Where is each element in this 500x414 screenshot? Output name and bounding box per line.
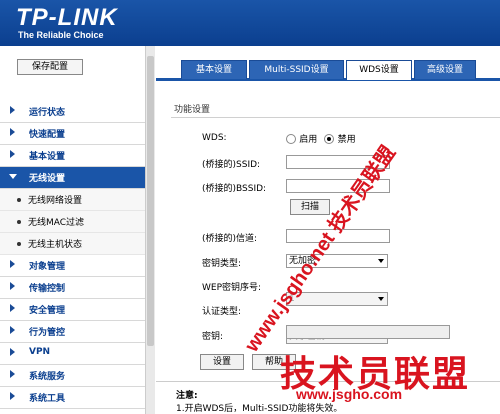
section-title: 功能设置 — [174, 105, 211, 115]
channel-label: (桥接的)信道: — [202, 234, 258, 244]
wds-enable-radio[interactable] — [286, 133, 296, 144]
sidebar-subitem-wireless-network[interactable]: 无线网络设置 — [0, 189, 145, 211]
tab-wds[interactable]: WDS设置 — [346, 60, 412, 80]
sidebar-item-tools[interactable]: 系统工具 — [0, 387, 145, 409]
sidebar-item-wireless[interactable]: 无线设置 — [0, 167, 145, 189]
ssid-label: (桥接的)SSID: — [202, 160, 261, 170]
notes-title: 注意: — [176, 391, 198, 401]
sidebar-item-label: 传输控制 — [29, 284, 66, 294]
sidebar-item-services[interactable]: 系统服务 — [0, 365, 145, 387]
divider — [171, 117, 500, 118]
sidebar-item-label: 系统服务 — [29, 372, 66, 382]
sidebar-menu: 运行状态 快速配置 基本设置 无线设置 无线网络设置 无线MAC过滤 无线主机状… — [0, 101, 145, 409]
save-config-button[interactable]: 保存配置 — [17, 59, 83, 75]
sidebar-item-label: 安全管理 — [29, 306, 66, 316]
arrow-right-icon — [10, 370, 15, 378]
tab-basic[interactable]: 基本设置 — [181, 60, 247, 79]
sidebar-scrollbar[interactable] — [145, 46, 155, 414]
key-input[interactable] — [286, 325, 450, 339]
sidebar-subitem-host-status[interactable]: 无线主机状态 — [0, 233, 145, 255]
arrow-right-icon — [10, 106, 15, 114]
arrow-right-icon — [10, 128, 15, 136]
arrow-right-icon — [10, 282, 15, 290]
arrow-right-icon — [10, 150, 15, 158]
sidebar-item-label: 基本设置 — [29, 152, 66, 162]
sidebar-item-label: 行为管控 — [29, 328, 66, 338]
sidebar-item-basic[interactable]: 基本设置 — [0, 145, 145, 167]
header-banner: TP-LINK The Reliable Choice — [0, 0, 500, 46]
sidebar-item-label: 运行状态 — [29, 108, 66, 118]
wep-index-label: WEP密钥序号: — [202, 283, 262, 293]
sidebar-item-quick-setup[interactable]: 快速配置 — [0, 123, 145, 145]
arrow-right-icon — [10, 326, 15, 334]
wds-radio-group: 启用 禁用 — [286, 132, 360, 145]
sidebar-subitem-label: 无线MAC过滤 — [28, 218, 85, 228]
sidebar: 保存配置 运行状态 快速配置 基本设置 无线设置 无线网络设置 无线MAC过滤 … — [0, 46, 145, 414]
sidebar-item-label: 快速配置 — [29, 130, 66, 140]
auth-type-label: 认证类型: — [202, 307, 242, 317]
chevron-down-icon — [378, 259, 384, 263]
arrow-down-icon — [9, 174, 17, 179]
sidebar-item-label: 系统工具 — [29, 394, 66, 404]
tab-advanced[interactable]: 高级设置 — [414, 60, 476, 79]
bssid-label: (桥接的)BSSID: — [202, 184, 267, 194]
scrollbar-thumb[interactable] — [147, 56, 154, 346]
wds-enable-label: 启用 — [299, 135, 318, 145]
sidebar-subitem-label: 无线网络设置 — [28, 196, 83, 206]
wds-disable-radio[interactable] — [324, 133, 335, 144]
sidebar-item-behavior[interactable]: 行为管控 — [0, 321, 145, 343]
sidebar-item-security[interactable]: 安全管理 — [0, 299, 145, 321]
sidebar-subitem-mac-filter[interactable]: 无线MAC过滤 — [0, 211, 145, 233]
arrow-right-icon — [10, 392, 15, 400]
wds-label: WDS: — [202, 133, 227, 143]
bullet-icon — [17, 242, 21, 246]
arrow-right-icon — [10, 304, 15, 312]
apply-button[interactable]: 设置 — [200, 354, 244, 370]
sidebar-item-transfer[interactable]: 传输控制 — [0, 277, 145, 299]
bullet-icon — [17, 198, 21, 202]
sidebar-item-vpn[interactable]: VPN — [0, 343, 145, 365]
chevron-down-icon — [378, 297, 384, 301]
bullet-icon — [17, 220, 21, 224]
sidebar-subitem-label: 无线主机状态 — [28, 240, 83, 250]
tab-multi-ssid[interactable]: Multi-SSID设置 — [249, 60, 344, 79]
sidebar-item-status[interactable]: 运行状态 — [0, 101, 145, 123]
logo-tagline: The Reliable Choice — [18, 30, 104, 40]
arrow-right-icon — [10, 348, 15, 356]
watermark-url: www.jsgho.com — [296, 386, 403, 402]
sidebar-item-label: 对象管理 — [29, 262, 66, 272]
sidebar-item-label: VPN — [29, 347, 51, 357]
sidebar-item-label: 无线设置 — [29, 174, 66, 184]
tp-link-logo: TP-LINK — [16, 4, 118, 31]
arrow-right-icon — [10, 260, 15, 268]
wds-disable-label: 禁用 — [337, 135, 356, 145]
sidebar-item-objects[interactable]: 对象管理 — [0, 255, 145, 277]
notes-text: 1.开启WDS后，Multi-SSID功能将失效。 — [176, 404, 343, 414]
key-label: 密钥: — [202, 332, 224, 342]
key-type-label: 密钥类型: — [202, 259, 242, 269]
